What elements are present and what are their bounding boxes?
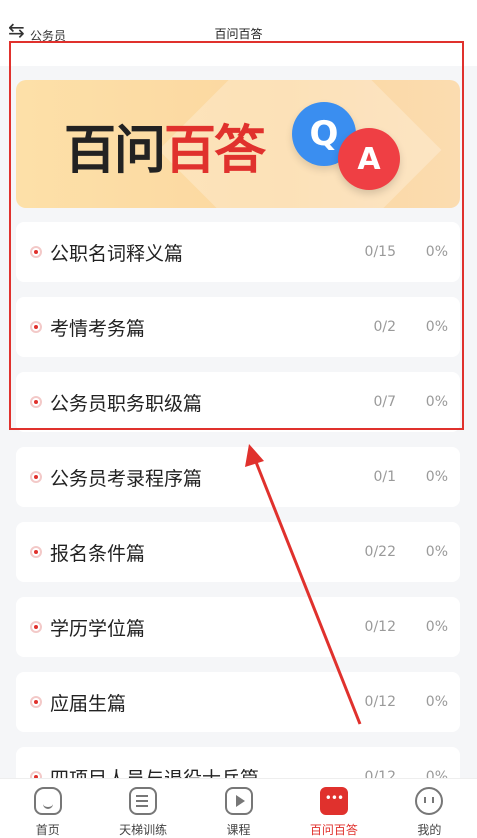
item-count: 0/15 — [364, 244, 396, 260]
bullet-icon — [30, 246, 42, 258]
item-count: 0/22 — [364, 544, 396, 560]
top-bar: ⇆ 公务员 百问百答 — [0, 0, 477, 66]
home-icon — [33, 787, 62, 815]
list-item[interactable]: 报名条件篇 0/22 0% — [16, 522, 460, 582]
list-item[interactable]: 考情考务篇 0/2 0% — [16, 297, 460, 357]
tab-mine[interactable]: 我的 — [382, 779, 477, 838]
tab-label: 天梯训练 — [119, 823, 168, 837]
item-count: 0/12 — [364, 619, 396, 635]
page-title: 百问百答 — [214, 27, 263, 41]
chat-icon — [319, 787, 348, 815]
category-list: 公职名词释义篇 0/15 0% 考情考务篇 0/2 0% 公务员职务职级篇 0/7 0% 公… — [16, 222, 460, 822]
item-name: 公职名词释义篇 — [50, 242, 184, 265]
tab-label: 百问百答 — [309, 823, 358, 837]
item-percent: 0% — [425, 394, 448, 410]
item-name: 考情考务篇 — [50, 317, 146, 340]
item-name: 应届生篇 — [50, 692, 127, 715]
qa-banner: 百问百答 Q A — [16, 80, 460, 208]
item-percent: 0% — [425, 694, 448, 710]
a-bubble-icon: A — [338, 128, 400, 190]
tab-label: 首页 — [35, 823, 60, 837]
tab-label: 我的 — [417, 823, 442, 837]
item-percent: 0% — [425, 469, 448, 485]
item-name: 学历学位篇 — [50, 617, 146, 640]
play-icon — [224, 787, 253, 815]
item-name: 公务员职务职级篇 — [50, 392, 203, 415]
list-item[interactable]: 公务员职务职级篇 0/7 0% — [16, 372, 460, 432]
bullet-icon — [30, 471, 42, 483]
tab-home[interactable]: 首页 — [0, 779, 95, 838]
bullet-icon — [30, 321, 42, 333]
item-count: 0/2 — [373, 319, 396, 335]
item-percent: 0% — [425, 544, 448, 560]
item-name: 报名条件篇 — [50, 542, 146, 565]
bullet-icon — [30, 396, 42, 408]
item-count: 0/7 — [373, 394, 396, 410]
face-icon — [415, 787, 444, 815]
tab-qa[interactable]: 百问百答 — [286, 779, 381, 838]
bullet-icon — [30, 546, 42, 558]
tab-courses[interactable]: 课程 — [191, 779, 286, 838]
item-count: 0/1 — [373, 469, 396, 485]
item-name: 公务员考录程序篇 — [50, 467, 203, 490]
item-percent: 0% — [425, 319, 448, 335]
bullet-icon — [30, 621, 42, 633]
banner-title: 百问百答 — [64, 108, 266, 183]
list-item[interactable]: 应届生篇 0/12 0% — [16, 672, 460, 732]
list-item[interactable]: 学历学位篇 0/12 0% — [16, 597, 460, 657]
note-icon — [129, 787, 158, 815]
banner-title-right: 百答 — [164, 121, 266, 181]
list-item[interactable]: 公务员考录程序篇 0/1 0% — [16, 447, 460, 507]
tab-label: 课程 — [226, 823, 251, 837]
banner-title-left: 百问 — [64, 121, 166, 181]
list-item[interactable]: 公职名词释义篇 0/15 0% — [16, 222, 460, 282]
item-percent: 0% — [425, 619, 448, 635]
bullet-icon — [30, 696, 42, 708]
tab-ladder-training[interactable]: 天梯训练 — [95, 779, 190, 838]
item-percent: 0% — [425, 244, 448, 260]
item-count: 0/12 — [364, 694, 396, 710]
tab-bar: 首页 天梯训练 课程 百问百答 我的 — [0, 778, 477, 838]
